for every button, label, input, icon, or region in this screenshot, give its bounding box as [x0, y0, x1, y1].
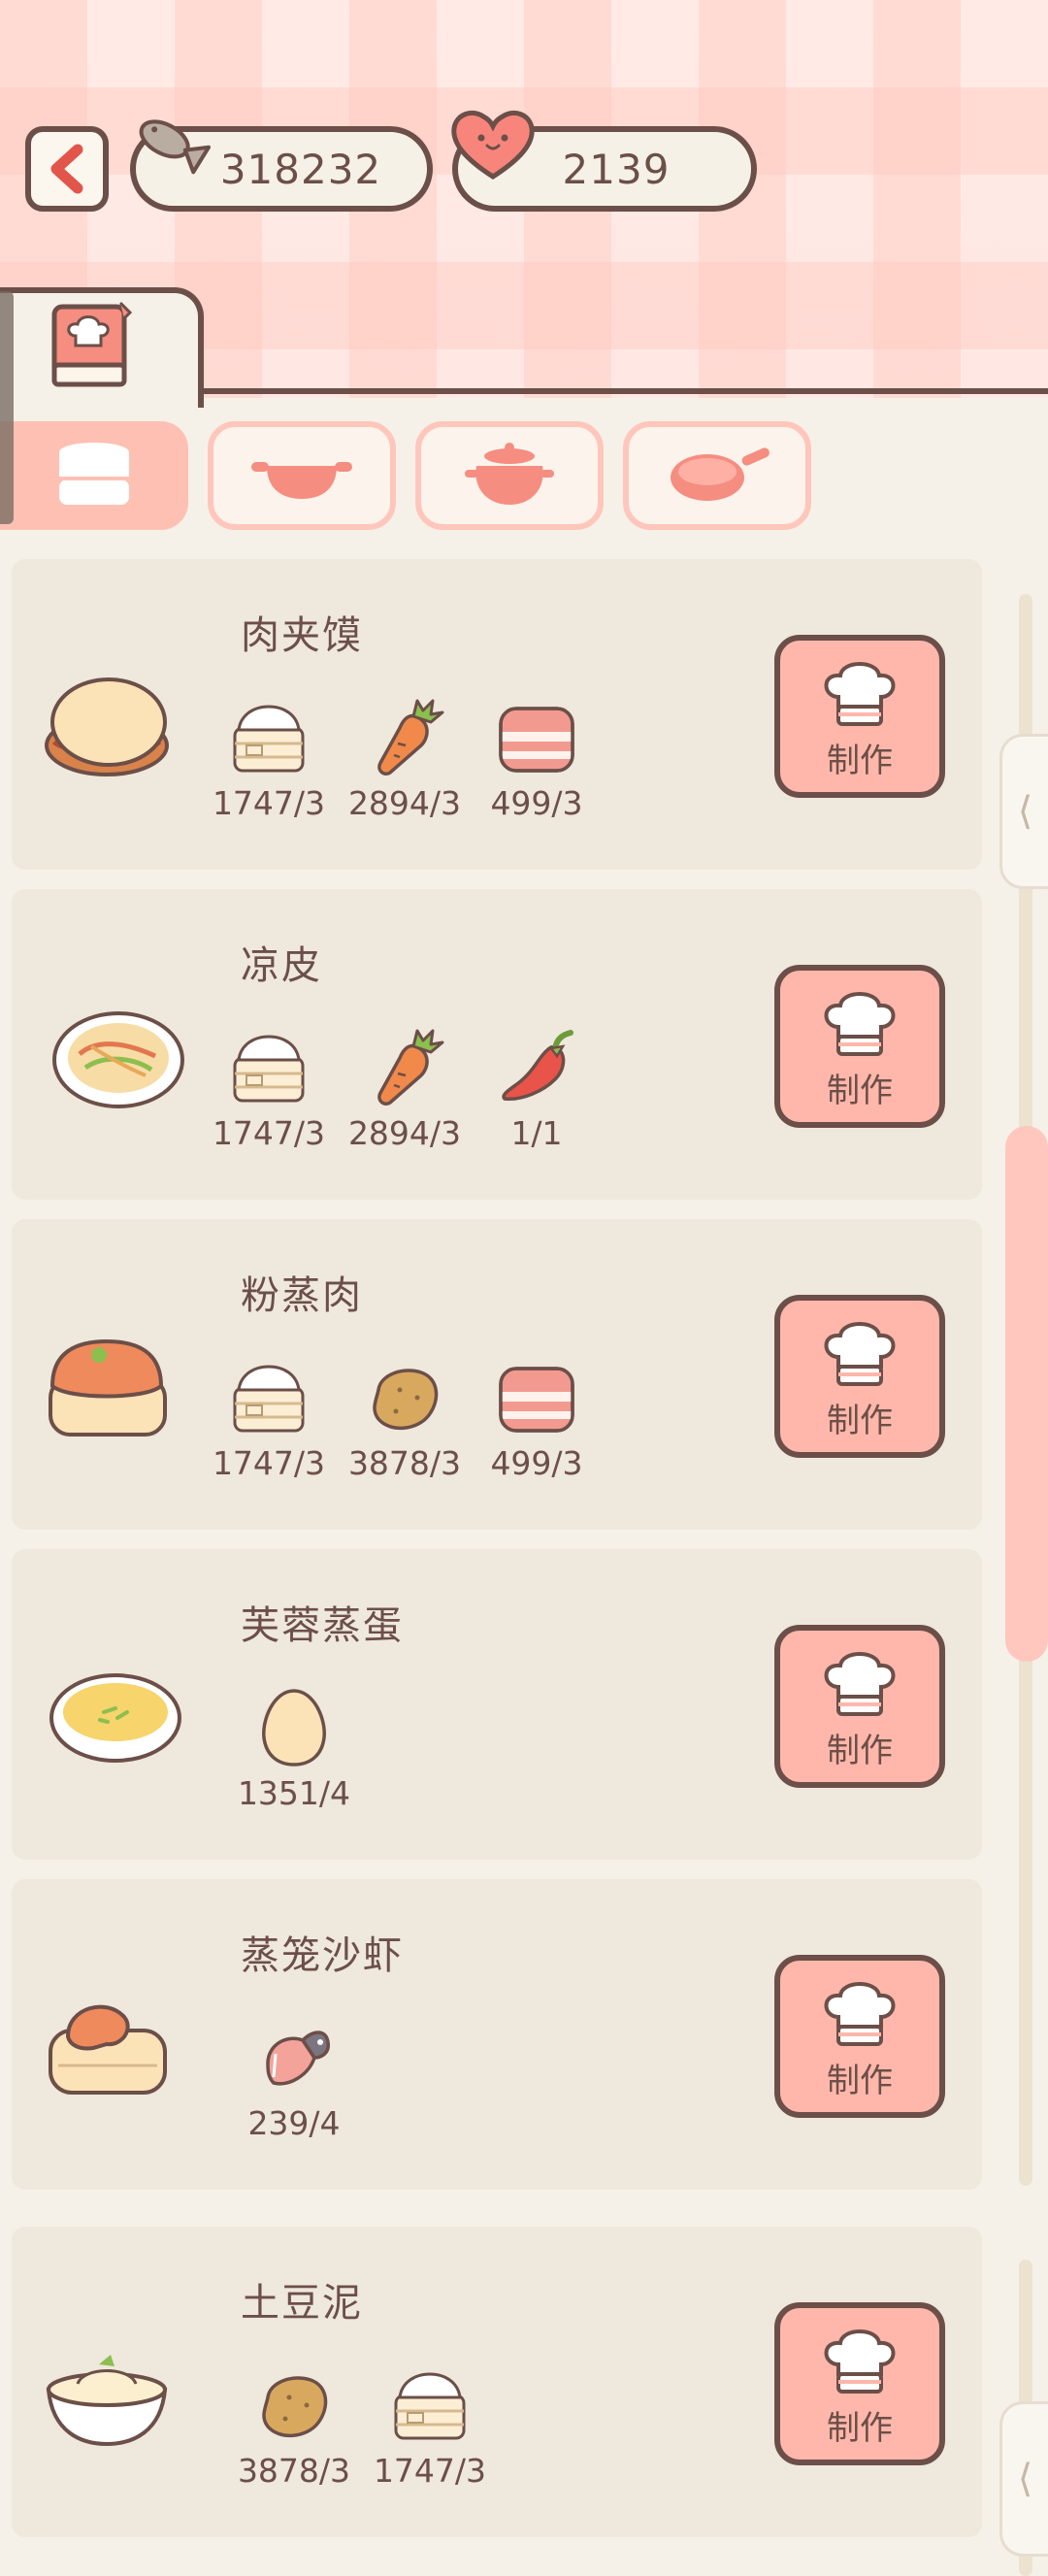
- ingredient-slot: 1747/3: [196, 1025, 342, 1171]
- ingredient-slot: 1/1: [464, 1025, 609, 1171]
- ingredient-count: 499/3: [490, 1444, 583, 1482]
- steamed-pork-icon: [49, 1338, 167, 1437]
- ingredient-count: 3878/3: [347, 1444, 462, 1482]
- flour-icon: [225, 1355, 312, 1438]
- subtab-frying-pan[interactable]: [623, 421, 811, 530]
- ingredient-slot: 2894/3: [332, 1025, 477, 1171]
- clay-pot-icon: [465, 443, 554, 505]
- ingredient-slot: 499/3: [464, 695, 609, 841]
- recipe-name: 凉皮: [241, 943, 322, 988]
- make-button-label: 制作: [827, 742, 893, 780]
- ingredient-slot: 1747/3: [357, 2362, 503, 2508]
- recipe-card: 肉夹馍 1747/3 2894/3 499/3 制作: [12, 559, 982, 870]
- chevron-left-icon: ⟨: [1017, 2457, 1033, 2501]
- chef-hat-icon: [815, 1646, 904, 1722]
- chef-hat-icon: [815, 1316, 904, 1392]
- flour-icon: [225, 1025, 312, 1108]
- subtab-wok[interactable]: [208, 421, 396, 530]
- steamer-icon: [59, 443, 129, 505]
- bacon-icon: [493, 1355, 580, 1438]
- ingredient-count: 3878/3: [237, 2452, 351, 2490]
- ingredient-slot: 2894/3: [332, 695, 477, 841]
- ingredient-count: 2894/3: [347, 784, 462, 822]
- recipe-name: 肉夹馍: [241, 613, 363, 658]
- flour-icon: [386, 2362, 474, 2446]
- make-button-label: 制作: [827, 1072, 893, 1110]
- steamed-egg-icon: [49, 1673, 181, 1763]
- liangpi-icon: [52, 1011, 184, 1108]
- scrollbar-thumb[interactable]: [1005, 1126, 1048, 1662]
- flour-icon: [225, 695, 312, 778]
- ingredient-slot: 1747/3: [196, 695, 342, 841]
- tab-divider-line: [194, 388, 1048, 394]
- category-tab-strip: [0, 287, 1048, 408]
- chevron-left-icon: ⟨: [1017, 789, 1033, 834]
- back-button[interactable]: [25, 126, 109, 212]
- ingredient-slot: 1747/3: [196, 1355, 342, 1501]
- recipe-card: 蒸笼沙虾 239/4 制作: [12, 1879, 982, 2190]
- side-drawer-handle[interactable]: ⟨: [999, 2401, 1048, 2557]
- fish-meat-icon: [250, 2015, 338, 2098]
- fish-currency-value: 318232: [219, 145, 382, 193]
- left-edge-handle[interactable]: [0, 291, 14, 524]
- make-button-label: 制作: [827, 1732, 893, 1770]
- potato-icon: [250, 2362, 338, 2446]
- ingredient-slot: 239/4: [221, 2015, 367, 2161]
- carrot-icon: [361, 695, 448, 778]
- ingredient-count: 1/1: [510, 1114, 563, 1152]
- make-button[interactable]: 制作: [774, 965, 945, 1128]
- ingredient-count: 1747/3: [212, 1114, 326, 1152]
- steamed-shrimp-icon: [49, 2004, 167, 2095]
- ingredient-count: 499/3: [490, 784, 583, 822]
- recipe-name: 芙蓉蒸蛋: [241, 1603, 404, 1648]
- mashed-potato-icon: [46, 2355, 168, 2447]
- side-drawer-handle[interactable]: ⟨: [999, 734, 1048, 889]
- recipe-book-icon: [51, 301, 133, 387]
- ingredient-slot: 3878/3: [332, 1355, 477, 1501]
- make-button[interactable]: 制作: [774, 1625, 945, 1788]
- ingredient-count: 239/4: [247, 2104, 341, 2142]
- make-button[interactable]: 制作: [774, 1295, 945, 1458]
- fish-icon: [139, 119, 212, 175]
- roujiamo-icon: [45, 677, 169, 776]
- ingredient-count: 2894/3: [347, 1114, 462, 1152]
- recipe-card: 凉皮 1747/3 2894/3 1/1 制作: [12, 889, 982, 1200]
- egg-icon: [250, 1685, 338, 1768]
- frying-pan-icon: [671, 447, 770, 501]
- bacon-icon: [493, 695, 580, 778]
- subtab-steamer[interactable]: [0, 421, 188, 530]
- ingredient-count: 1747/3: [212, 1444, 326, 1482]
- subtab-clay-pot[interactable]: [415, 421, 604, 530]
- chili-icon: [493, 1025, 580, 1108]
- ingredient-count: 1351/4: [237, 1774, 351, 1812]
- make-button-label: 制作: [827, 2062, 893, 2100]
- chef-hat-icon: [815, 656, 904, 732]
- make-button-label: 制作: [827, 1402, 893, 1440]
- potato-icon: [361, 1355, 448, 1438]
- wok-icon: [251, 462, 352, 499]
- make-button-label: 制作: [827, 2409, 893, 2448]
- chevron-left-icon: [50, 144, 83, 194]
- chef-hat-icon: [815, 986, 904, 1062]
- ingredient-slot: 499/3: [464, 1355, 609, 1501]
- heart-icon: [451, 111, 535, 180]
- recipe-card: 土豆泥 3878/3 1747/3 制作: [12, 2227, 982, 2537]
- ingredient-slot: 3878/3: [221, 2362, 367, 2508]
- ingredient-slot: 1351/4: [221, 1685, 367, 1831]
- recipe-card: 粉蒸肉 1747/3 3878/3 499/3 制作: [12, 1219, 982, 1530]
- chef-hat-icon: [815, 2324, 904, 2399]
- tab-recipes[interactable]: [0, 287, 204, 408]
- heart-currency-value: 2139: [562, 145, 671, 193]
- chef-hat-icon: [815, 1976, 904, 2052]
- make-button[interactable]: 制作: [774, 635, 945, 798]
- make-button[interactable]: 制作: [774, 1955, 945, 2118]
- ingredient-count: 1747/3: [212, 784, 326, 822]
- recipe-name: 土豆泥: [241, 2281, 363, 2326]
- recipe-name: 粉蒸肉: [241, 1273, 363, 1318]
- carrot-icon: [361, 1025, 448, 1108]
- recipe-name: 蒸笼沙虾: [241, 1933, 404, 1978]
- recipe-card: 芙蓉蒸蛋 1351/4 制作: [12, 1549, 982, 1860]
- ingredient-count: 1747/3: [373, 2452, 487, 2490]
- make-button[interactable]: 制作: [774, 2302, 945, 2465]
